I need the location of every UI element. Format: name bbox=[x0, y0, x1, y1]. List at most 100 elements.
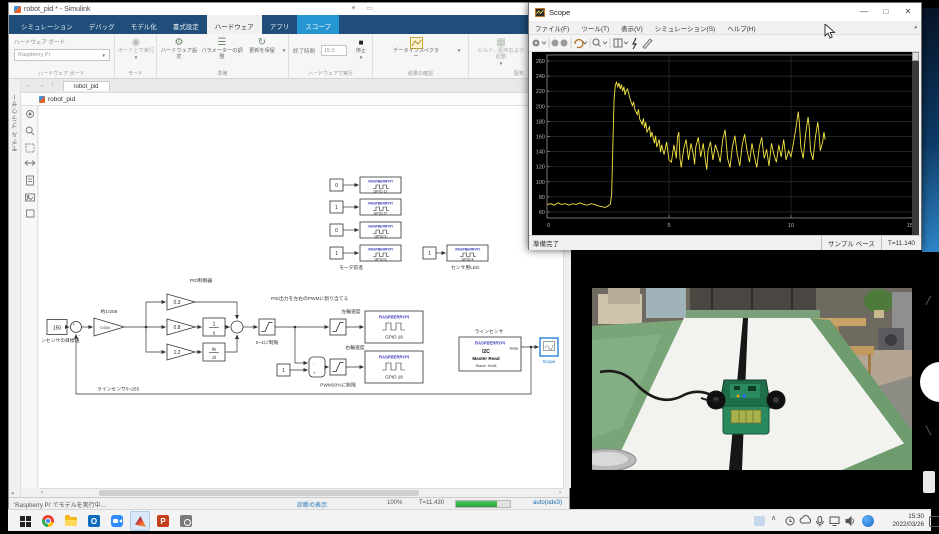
hardware-settings-button[interactable]: ⚙ ハードウェア設定 bbox=[159, 37, 199, 61]
zoom-icon[interactable] bbox=[26, 127, 32, 133]
taskbar-explorer[interactable] bbox=[64, 514, 78, 528]
taskbar-outlook[interactable]: O bbox=[87, 514, 101, 528]
canvas-palette bbox=[22, 106, 38, 488]
gain-block-main[interactable]: 0.004 約1/256 bbox=[94, 308, 124, 336]
scroll-thumb[interactable] bbox=[99, 490, 419, 496]
tune-parameters-button[interactable]: ☰ パラメーターの調整 bbox=[201, 37, 243, 61]
svg-text:0: 0 bbox=[335, 183, 338, 189]
menu-tools[interactable]: ツール(T) bbox=[581, 23, 609, 33]
notification-center-icon[interactable] bbox=[929, 516, 939, 527]
tab-simulation[interactable]: シミュレーション bbox=[13, 15, 81, 34]
status-diagnostics-link[interactable]: 診断の表示 bbox=[297, 500, 327, 509]
taskbar-chrome[interactable] bbox=[41, 514, 55, 528]
camera-side-button[interactable] bbox=[923, 471, 935, 493]
tab-modeling[interactable]: モデル化 bbox=[123, 15, 165, 34]
close-icon[interactable]: ✕ bbox=[897, 3, 919, 20]
taskbar-matlab-active[interactable] bbox=[130, 511, 150, 531]
taskbar-camera-app[interactable] bbox=[179, 514, 193, 528]
tab-apps[interactable]: アプリ bbox=[262, 15, 298, 34]
tray-app-icon[interactable] bbox=[754, 516, 765, 526]
taskbar-zoom[interactable] bbox=[110, 514, 124, 528]
tab-hardware[interactable]: ハードウェア bbox=[207, 15, 262, 34]
signal-edit-icon[interactable] bbox=[643, 39, 652, 49]
resize-arrows-icon[interactable] bbox=[25, 161, 35, 166]
menu-help[interactable]: ヘルプ(H) bbox=[727, 23, 756, 33]
saturation-block-right[interactable]: PWM20%に制限 bbox=[320, 359, 356, 389]
sum-block-pid[interactable] bbox=[231, 321, 243, 333]
gpio-led-block[interactable]: 1 RASPBERRYPI GPIO 4 センサ用LED bbox=[423, 245, 488, 271]
tray-display-icon[interactable] bbox=[830, 517, 839, 524]
stop-time-input[interactable] bbox=[321, 45, 347, 56]
model-document-tab[interactable]: robot_pid bbox=[63, 81, 110, 91]
tab-format[interactable]: 書式設定 bbox=[165, 15, 207, 34]
tray-onedrive-icon[interactable] bbox=[800, 516, 811, 523]
undo-icon[interactable] bbox=[575, 40, 587, 48]
gpio-left-wheel-block[interactable]: RASPBERRYPI GPIO 19 bbox=[365, 311, 423, 343]
review-dropdown-button[interactable]: ▼ bbox=[455, 48, 463, 53]
ribbon-group-prepare: ⚙ ハードウェア設定 ☰ パラメーターの調整 ↻ 更新を保留 ▼ 準備 bbox=[157, 34, 289, 78]
tray-blue-app-icon[interactable] bbox=[862, 515, 874, 527]
i2c-master-read-block[interactable]: RASPBERRYPI I2C Master Read Slave: 0x48 … bbox=[459, 337, 521, 371]
fit-to-view-icon[interactable] bbox=[26, 144, 34, 152]
zoom-button[interactable] bbox=[593, 39, 607, 47]
integrator-block[interactable]: 1 s bbox=[203, 318, 225, 337]
gain-block-i[interactable]: 0.8 bbox=[167, 319, 195, 335]
scope-plot-scrollbar[interactable] bbox=[912, 52, 919, 235]
scope-block[interactable]: Scope bbox=[540, 338, 558, 364]
hardware-board-select[interactable]: Raspberry Pi ▼ bbox=[14, 49, 110, 61]
model-canvas[interactable]: 0 RASPBERRYPI GPIO 17 1 RASPBERRYPI GPIO… bbox=[39, 106, 563, 488]
quick-access-icon[interactable]: ▭ bbox=[365, 5, 374, 13]
trigger-icon[interactable] bbox=[633, 38, 636, 49]
camera-shutter-button[interactable] bbox=[920, 362, 939, 402]
hold-update-button[interactable]: ↻ 更新を保留 bbox=[245, 37, 279, 55]
tray-mic-icon[interactable] bbox=[818, 517, 822, 523]
saturation-block-left[interactable] bbox=[330, 319, 346, 335]
minimize-icon[interactable]: — bbox=[853, 3, 875, 20]
saturation-block-main[interactable]: 0~1に制限 bbox=[256, 319, 279, 346]
tray-chevron-icon[interactable]: ∧ bbox=[771, 514, 776, 522]
svg-text:60: 60 bbox=[539, 210, 545, 216]
layout-button[interactable] bbox=[614, 39, 628, 47]
sum-block-right[interactable]: - + bbox=[309, 357, 325, 377]
menu-file[interactable]: ファイル(F) bbox=[535, 23, 569, 33]
data-inspector-button[interactable]: データインスペクター bbox=[393, 37, 439, 61]
scope-plot-area[interactable]: 6080100120140160180200220240260051015 bbox=[532, 52, 918, 235]
nav-back-icon[interactable]: ← bbox=[25, 82, 32, 89]
taskbar-clock[interactable]: 15:30 2022/03/26 bbox=[876, 513, 924, 529]
svg-text:Data: Data bbox=[510, 346, 519, 351]
area-box-icon[interactable] bbox=[27, 210, 35, 217]
gpio-motor-group[interactable]: 0 RASPBERRYPI GPIO 17 1 RASPBERRYPI GPIO… bbox=[330, 177, 401, 271]
taskbar-powerpoint[interactable]: P bbox=[156, 514, 170, 528]
constant-block-one[interactable]: 1 bbox=[277, 364, 290, 376]
run-on-board-button[interactable]: ◉ ボード上で実行 ▼ bbox=[117, 37, 155, 60]
nav-forward-icon[interactable]: → bbox=[38, 82, 45, 89]
maximize-icon[interactable]: □ bbox=[875, 3, 897, 20]
prepare-dropdown-button[interactable]: ▼ bbox=[280, 48, 288, 53]
model-browser-strip[interactable]: モデル ブラウザー » bbox=[9, 79, 21, 497]
scroll-left-icon[interactable]: ‹ bbox=[41, 489, 43, 497]
scope-plot-scroll-thumb[interactable] bbox=[912, 52, 919, 61]
nav-up-icon[interactable]: ↑ bbox=[51, 82, 55, 89]
breadcrumb[interactable]: robot_pid bbox=[9, 93, 569, 106]
menu-overflow-icon[interactable]: ▾ bbox=[914, 25, 917, 31]
gpio-right-wheel-block[interactable]: RASPBERRYPI GPIO 18 bbox=[365, 351, 423, 383]
build-deploy-button[interactable]: ▦ ビルド、配布および起動 ▼ bbox=[477, 37, 525, 66]
scroll-right-icon[interactable]: › bbox=[559, 489, 561, 497]
tray-speaker-icon[interactable] bbox=[846, 517, 851, 525]
gain-block-p[interactable]: 0.3 bbox=[167, 294, 195, 310]
gain-block-d[interactable]: 1.2 bbox=[167, 344, 195, 360]
run-buttons[interactable] bbox=[552, 40, 568, 47]
stop-button[interactable]: ■ 停止 ▼ bbox=[351, 37, 371, 60]
canvas-horizontal-scrollbar[interactable]: ‹ › bbox=[39, 488, 563, 497]
menu-simulation[interactable]: シミュレーション(S) bbox=[655, 23, 715, 33]
quick-access-icon[interactable]: ▾ bbox=[349, 5, 358, 13]
simulink-titlebar[interactable]: robot_pid * - Simulink ▾ ▭ bbox=[9, 3, 569, 15]
tab-debug[interactable]: デバッグ bbox=[81, 15, 123, 34]
print-button[interactable] bbox=[533, 40, 547, 47]
scope-titlebar[interactable]: Scope — □ ✕ bbox=[529, 3, 921, 21]
start-button[interactable] bbox=[18, 514, 32, 528]
annotation-icon[interactable] bbox=[27, 176, 34, 185]
menu-view[interactable]: 表示(V) bbox=[621, 23, 643, 33]
tab-scope[interactable]: スコープ bbox=[297, 15, 339, 34]
derivative-block[interactable]: du dt bbox=[203, 343, 225, 361]
